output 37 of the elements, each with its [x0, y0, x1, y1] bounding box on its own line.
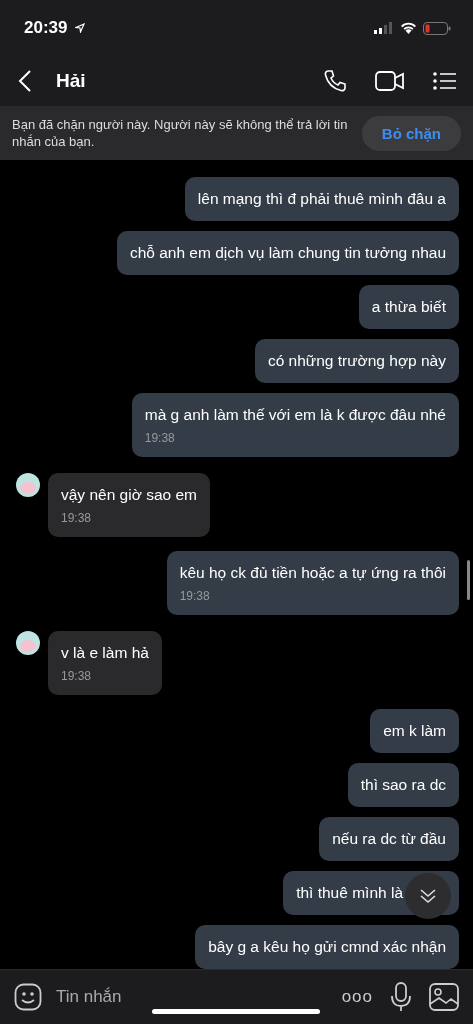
microphone-icon[interactable]: [391, 982, 411, 1012]
menu-icon[interactable]: [433, 71, 457, 91]
message-text: chỗ anh em dịch vụ làm chung tin tưởng nhau: [129, 243, 446, 263]
wifi-icon: [400, 22, 417, 34]
contact-name: Hải: [56, 70, 86, 92]
sticker-icon[interactable]: [14, 983, 42, 1011]
status-time: 20:39: [24, 18, 68, 38]
double-chevron-down-icon: [419, 888, 437, 904]
more-button[interactable]: ooo: [341, 987, 373, 1007]
scrollbar[interactable]: [467, 560, 470, 600]
message-text: thì sao ra dc: [360, 775, 446, 795]
message-text: a thừa biết: [371, 297, 446, 317]
battery-icon: [423, 21, 451, 35]
message-time: 19:38: [61, 511, 93, 525]
message-text: có những trường hợp này: [267, 351, 446, 371]
message-time: 19:38: [61, 669, 93, 683]
message-time: 19:38: [179, 589, 211, 603]
message-text: vậy nên giờ sao em: [61, 485, 197, 505]
message-time: 19:38: [144, 431, 176, 445]
message-text: kêu họ ck đủ tiền hoặc a tự ứng ra thôi: [179, 563, 446, 583]
signal-icon: [374, 22, 394, 34]
video-camera-icon[interactable]: [375, 70, 405, 92]
avatar[interactable]: [16, 631, 40, 655]
block-notice: Bạn đã chặn người này. Người này sẽ không thể trả lời tin nhắn của bạn.: [12, 116, 349, 150]
message-text: thì thuê mình là: [296, 883, 403, 903]
back-icon[interactable]: [18, 70, 32, 92]
message-text: bây g a kêu họ gửi cmnd xác nhận: [208, 937, 446, 957]
image-icon[interactable]: [429, 983, 459, 1011]
message-text: lên mạng thì đ phải thuê mình đâu a: [197, 189, 446, 209]
message-input[interactable]: Tin nhắn: [54, 986, 324, 1008]
message-text: v là e làm hả: [61, 643, 149, 663]
avatar[interactable]: [16, 473, 40, 497]
message-text: nếu ra dc từ đầu: [332, 829, 446, 849]
message-text: em k làm: [383, 721, 446, 741]
phone-icon[interactable]: [323, 69, 347, 93]
location-arrow-icon: [75, 23, 86, 33]
message-text: mà g anh làm thế với em là k được đâu nhé: [144, 405, 446, 425]
